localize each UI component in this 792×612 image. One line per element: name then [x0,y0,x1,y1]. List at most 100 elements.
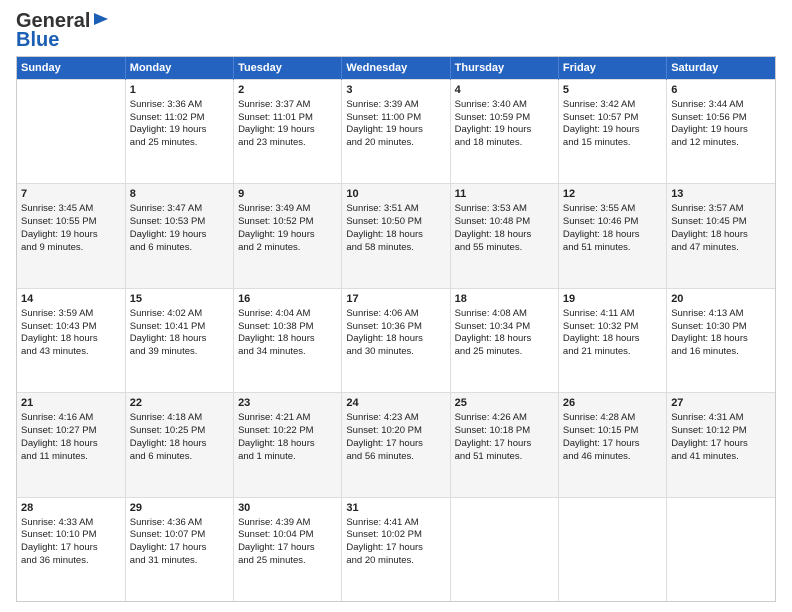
day-number: 16 [238,292,337,307]
day-info-line: Daylight: 17 hours [238,542,337,555]
day-info-line: Sunrise: 4:16 AM [21,412,121,425]
calendar-cell: 17Sunrise: 4:06 AMSunset: 10:36 PMDaylig… [342,288,450,392]
day-info-line: Daylight: 18 hours [21,438,121,451]
calendar-cell: 21Sunrise: 4:16 AMSunset: 10:27 PMDaylig… [17,393,125,497]
day-info-line: Sunrise: 3:55 AM [563,203,662,216]
day-info-line: Sunset: 11:01 PM [238,112,337,125]
day-info-line: and 25 minutes. [130,137,229,150]
calendar-cell: 27Sunrise: 4:31 AMSunset: 10:12 PMDaylig… [667,393,775,497]
day-info-line: Sunrise: 4:02 AM [130,308,229,321]
day-info-line: Daylight: 18 hours [563,333,662,346]
weekday-header: Thursday [450,57,558,80]
day-info-line: Daylight: 19 hours [130,124,229,137]
header: General Blue [16,10,776,52]
day-info-line: Sunrise: 4:26 AM [455,412,554,425]
calendar-week-row: 21Sunrise: 4:16 AMSunset: 10:27 PMDaylig… [17,393,775,497]
calendar-cell: 26Sunrise: 4:28 AMSunset: 10:15 PMDaylig… [558,393,666,497]
day-info-line: Sunset: 10:53 PM [130,216,229,229]
day-info-line: Daylight: 17 hours [21,542,121,555]
day-number: 21 [21,396,121,411]
day-info-line: Sunset: 10:41 PM [130,321,229,334]
day-info-line: Sunrise: 4:28 AM [563,412,662,425]
day-number: 6 [671,83,771,98]
day-number: 7 [21,187,121,202]
day-info-line: Daylight: 18 hours [455,333,554,346]
day-info-line: Daylight: 19 hours [21,229,121,242]
day-info-line: Sunset: 10:32 PM [563,321,662,334]
day-info-line: Sunrise: 3:45 AM [21,203,121,216]
day-info-line: Sunset: 10:43 PM [21,321,121,334]
day-number: 29 [130,501,229,516]
day-info-line: Sunrise: 3:59 AM [21,308,121,321]
day-info-line: Daylight: 17 hours [455,438,554,451]
calendar-cell: 18Sunrise: 4:08 AMSunset: 10:34 PMDaylig… [450,288,558,392]
day-info-line: Sunrise: 4:36 AM [130,517,229,530]
day-info-line: Sunset: 10:34 PM [455,321,554,334]
day-info-line: Sunset: 10:57 PM [563,112,662,125]
day-info-line: and 15 minutes. [563,137,662,150]
day-info-line: and 6 minutes. [130,451,229,464]
day-number: 14 [21,292,121,307]
calendar-cell: 7Sunrise: 3:45 AMSunset: 10:55 PMDayligh… [17,184,125,288]
calendar-cell [558,497,666,601]
day-info-line: Daylight: 18 hours [563,229,662,242]
day-info-line: Sunrise: 4:21 AM [238,412,337,425]
day-number: 8 [130,187,229,202]
day-info-line: Daylight: 19 hours [130,229,229,242]
calendar-cell: 11Sunrise: 3:53 AMSunset: 10:48 PMDaylig… [450,184,558,288]
calendar-week-row: 28Sunrise: 4:33 AMSunset: 10:10 PMDaylig… [17,497,775,601]
day-info-line: Daylight: 17 hours [130,542,229,555]
calendar-cell: 22Sunrise: 4:18 AMSunset: 10:25 PMDaylig… [125,393,233,497]
day-info-line: and 56 minutes. [346,451,445,464]
day-info-line: Daylight: 18 hours [21,333,121,346]
calendar-cell: 5Sunrise: 3:42 AMSunset: 10:57 PMDayligh… [558,80,666,184]
day-info-line: Daylight: 19 hours [671,124,771,137]
day-number: 27 [671,396,771,411]
day-info-line: Daylight: 19 hours [238,229,337,242]
day-info-line: and 11 minutes. [21,451,121,464]
day-info-line: Sunset: 10:36 PM [346,321,445,334]
day-info-line: Sunset: 10:25 PM [130,425,229,438]
calendar-cell: 25Sunrise: 4:26 AMSunset: 10:18 PMDaylig… [450,393,558,497]
weekday-header: Monday [125,57,233,80]
day-number: 31 [346,501,445,516]
calendar-cell: 16Sunrise: 4:04 AMSunset: 10:38 PMDaylig… [234,288,342,392]
day-info-line: Sunrise: 3:47 AM [130,203,229,216]
calendar-cell: 3Sunrise: 3:39 AMSunset: 11:00 PMDayligh… [342,80,450,184]
day-info-line: Sunset: 10:22 PM [238,425,337,438]
day-number: 13 [671,187,771,202]
day-info-line: and 2 minutes. [238,242,337,255]
calendar-week-row: 7Sunrise: 3:45 AMSunset: 10:55 PMDayligh… [17,184,775,288]
day-info-line: Daylight: 18 hours [671,229,771,242]
day-info-line: Daylight: 19 hours [346,124,445,137]
weekday-header: Sunday [17,57,125,80]
weekday-header: Wednesday [342,57,450,80]
day-info-line: Sunrise: 3:49 AM [238,203,337,216]
logo-flag-icon [92,11,110,29]
day-number: 18 [455,292,554,307]
day-info-line: and 25 minutes. [455,346,554,359]
day-info-line: Sunrise: 4:11 AM [563,308,662,321]
day-info-line: Sunrise: 4:06 AM [346,308,445,321]
day-info-line: Sunset: 10:07 PM [130,529,229,542]
weekday-header: Tuesday [234,57,342,80]
day-info-line: and 34 minutes. [238,346,337,359]
day-info-line: and 16 minutes. [671,346,771,359]
day-info-line: and 20 minutes. [346,555,445,568]
day-info-line: and 25 minutes. [238,555,337,568]
day-info-line: Sunset: 10:52 PM [238,216,337,229]
day-info-line: Sunset: 10:12 PM [671,425,771,438]
day-info-line: and 58 minutes. [346,242,445,255]
day-info-line: Sunrise: 4:18 AM [130,412,229,425]
logo-blue-text: Blue [16,29,59,52]
day-info-line: and 46 minutes. [563,451,662,464]
day-info-line: Sunrise: 4:23 AM [346,412,445,425]
calendar-cell: 14Sunrise: 3:59 AMSunset: 10:43 PMDaylig… [17,288,125,392]
day-number: 17 [346,292,445,307]
day-number: 2 [238,83,337,98]
day-info-line: and 6 minutes. [130,242,229,255]
day-info-line: Daylight: 18 hours [130,438,229,451]
calendar-week-row: 14Sunrise: 3:59 AMSunset: 10:43 PMDaylig… [17,288,775,392]
day-info-line: and 21 minutes. [563,346,662,359]
day-info-line: and 36 minutes. [21,555,121,568]
